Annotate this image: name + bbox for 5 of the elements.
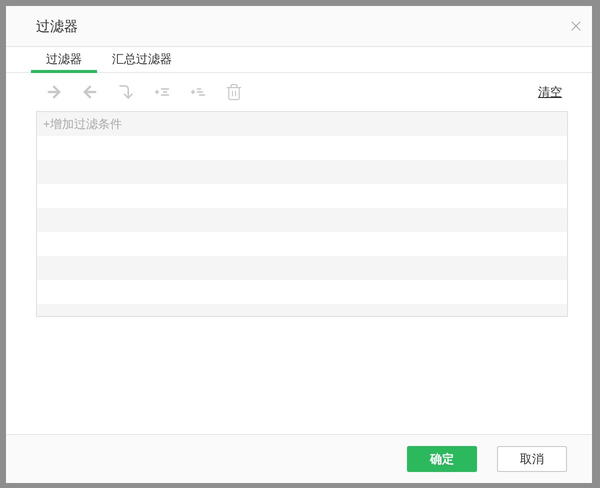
clear-link[interactable]: 清空: [538, 83, 562, 101]
dialog-title: 过滤器: [36, 16, 78, 36]
tab[interactable]: 过滤器: [31, 47, 97, 73]
tab[interactable]: 汇总过滤器: [97, 47, 187, 73]
cancel-button[interactable]: 取消: [497, 446, 567, 472]
